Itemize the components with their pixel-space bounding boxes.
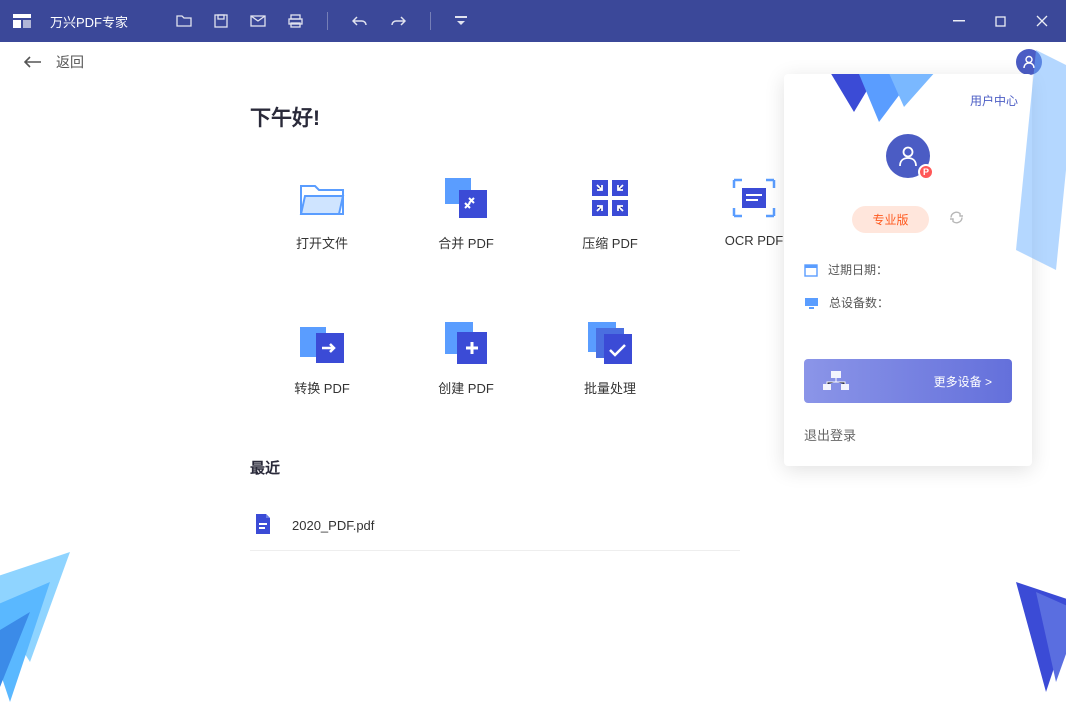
app-logo-icon — [8, 7, 36, 35]
create-pdf-icon — [442, 322, 490, 364]
open-file-icon — [298, 177, 346, 219]
minimize-button[interactable] — [953, 15, 965, 27]
devices-label: 总设备数： — [829, 294, 889, 311]
merge-pdf-icon — [442, 177, 490, 219]
user-panel: 用户中心 P 专业版 过期日期： 总设备数： 更多设备 > 退出登录 — [784, 74, 1032, 466]
pdf-file-icon — [254, 514, 274, 536]
action-convert-pdf[interactable]: 转换 PDF — [250, 322, 394, 397]
action-compress-pdf[interactable]: 压缩 PDF — [538, 177, 682, 252]
plan-badge: P — [918, 164, 934, 180]
decoration-bl — [0, 552, 110, 702]
toolbar-icons — [176, 12, 467, 30]
back-button[interactable]: 返回 — [24, 52, 84, 72]
print-icon[interactable] — [288, 14, 303, 28]
action-label: 转换 PDF — [294, 378, 350, 397]
decoration-tr — [1016, 50, 1066, 270]
expiry-label: 过期日期： — [828, 261, 888, 278]
action-label: 批量处理 — [584, 378, 636, 397]
avatar[interactable]: P — [886, 134, 930, 178]
app-title: 万兴PDF专家 — [50, 12, 128, 31]
panel-decoration: 用户中心 — [784, 74, 1032, 124]
avatar-area: P — [784, 134, 1032, 178]
compress-pdf-icon — [586, 177, 634, 219]
plan-chip: 专业版 — [852, 206, 928, 233]
action-label: 合并 PDF — [438, 233, 494, 252]
decoration-br — [986, 582, 1066, 692]
divider — [327, 12, 328, 30]
titlebar: 万兴PDF专家 — [0, 0, 1066, 42]
maximize-button[interactable] — [995, 16, 1006, 27]
action-open-file[interactable]: 打开文件 — [250, 177, 394, 252]
more-devices-button[interactable]: 更多设备 > — [804, 359, 1012, 403]
action-batch[interactable]: 批量处理 — [538, 322, 682, 397]
close-button[interactable] — [1036, 15, 1048, 27]
save-icon[interactable] — [214, 14, 228, 28]
recent-section: 最近 2020_PDF.pdf — [250, 457, 1066, 551]
devices-row: 总设备数： — [804, 294, 1012, 311]
action-merge-pdf[interactable]: 合并 PDF — [394, 177, 538, 252]
refresh-icon[interactable] — [949, 210, 964, 230]
monitor-icon — [804, 297, 819, 309]
menu-dropdown-icon[interactable] — [455, 16, 467, 26]
batch-icon — [586, 322, 634, 364]
user-center-link[interactable]: 用户中心 — [970, 92, 1018, 109]
logout-button[interactable]: 退出登录 — [784, 403, 1032, 466]
ocr-pdf-icon — [730, 177, 778, 219]
window-controls — [953, 15, 1058, 27]
action-label: 创建 PDF — [438, 378, 494, 397]
folder-icon[interactable] — [176, 14, 192, 28]
redo-icon[interactable] — [390, 15, 406, 27]
calendar-icon — [804, 263, 818, 277]
network-icon — [822, 370, 850, 392]
action-label: OCR PDF — [725, 233, 784, 248]
action-label: 打开文件 — [296, 233, 348, 252]
expiry-row: 过期日期： — [804, 261, 1012, 278]
user-icon — [897, 145, 919, 167]
file-row[interactable]: 2020_PDF.pdf — [250, 506, 740, 551]
mail-icon[interactable] — [250, 15, 266, 27]
convert-pdf-icon — [298, 322, 346, 364]
arrow-left-icon — [24, 56, 42, 68]
file-name: 2020_PDF.pdf — [292, 518, 374, 533]
plan-row: 专业版 — [784, 206, 1032, 233]
action-create-pdf[interactable]: 创建 PDF — [394, 322, 538, 397]
info-block: 过期日期： 总设备数： — [784, 233, 1032, 347]
divider — [430, 12, 431, 30]
back-label: 返回 — [56, 52, 84, 72]
action-label: 压缩 PDF — [582, 233, 638, 252]
undo-icon[interactable] — [352, 15, 368, 27]
more-devices-label: 更多设备 > — [934, 373, 992, 390]
